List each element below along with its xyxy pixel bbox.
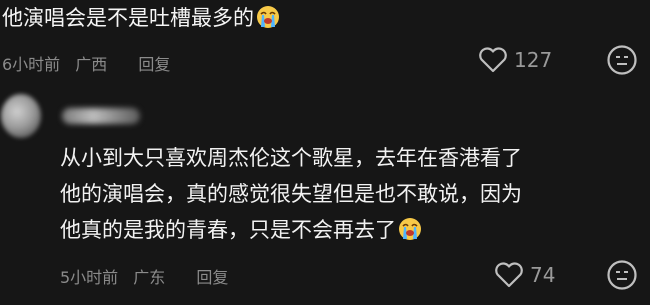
comment-2-like-count: 74 [530, 263, 556, 287]
neutral-face-icon [607, 45, 637, 75]
comment-1-like-button[interactable]: 127 [478, 47, 552, 73]
comment-2-like-button[interactable]: 74 [494, 262, 555, 288]
comment-2-dislike-button[interactable] [606, 259, 638, 295]
comment-2-line-3: 他真的是我的青春，只是不会再去了 [60, 218, 396, 242]
comment-1-location: 广西 [75, 55, 108, 74]
neutral-face-icon [607, 260, 637, 290]
avatar[interactable] [1, 94, 41, 138]
comment-2-location: 广东 [133, 268, 166, 287]
comment-2-line-2: 他的演唱会，真的感觉很失望但是也不敢说，因为 [60, 182, 522, 206]
comment-2-line-1: 从小到大只喜欢周杰伦这个歌星，去年在香港看了 [60, 146, 522, 170]
comment-2-text: 从小到大只喜欢周杰伦这个歌星，去年在香港看了 他的演唱会，真的感觉很失望但是也不… [60, 140, 522, 248]
crying-face-emoji-icon [256, 5, 280, 29]
comment-1-time: 6小时前 [2, 55, 61, 74]
comment-2-time: 5小时前 [60, 268, 119, 287]
heart-icon [495, 262, 523, 288]
comment-1-text-content: 他演唱会是不是吐槽最多的 [2, 6, 254, 30]
comment-1-reply-button[interactable]: 回复 [138, 55, 170, 74]
comment-2-line-3-wrap: 他真的是我的青春，只是不会再去了 [60, 212, 522, 248]
comment-1-like-count: 127 [514, 48, 553, 72]
comment-2-reply-button[interactable]: 回复 [196, 268, 228, 287]
username-blurred[interactable] [62, 108, 140, 124]
comment-1-meta: 6小时前 广西 回复 [2, 51, 180, 75]
crying-face-emoji-icon [398, 216, 422, 240]
comment-1-text: 他演唱会是不是吐槽最多的 [2, 4, 280, 32]
comment-2-meta: 5小时前 广东 回复 [60, 264, 238, 288]
comment-1-dislike-button[interactable] [606, 44, 638, 80]
heart-icon [479, 47, 507, 73]
